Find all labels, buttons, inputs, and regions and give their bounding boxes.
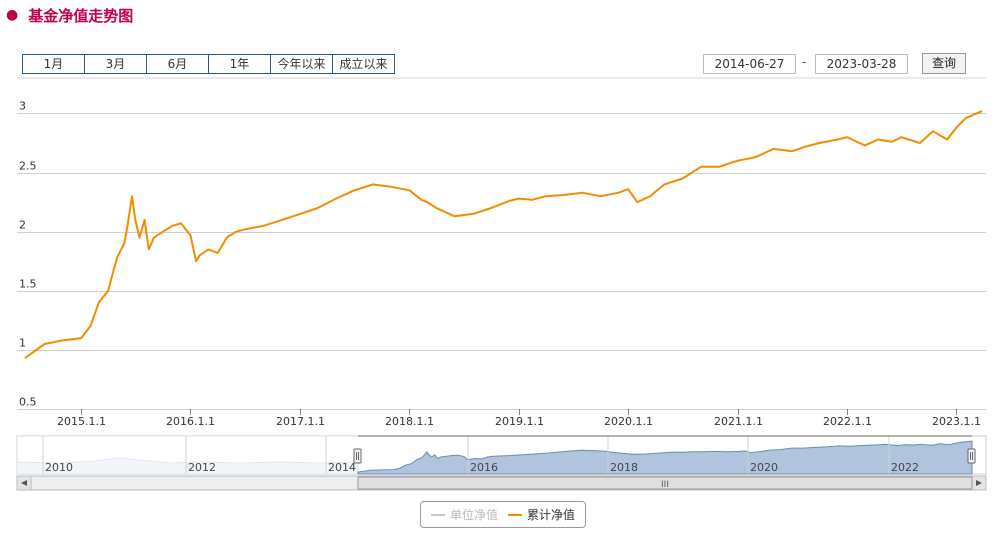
legend-label-cumulative-nav: 累计净值 (527, 508, 576, 522)
legend-item-unit-nav[interactable]: 单位净值 (430, 506, 498, 523)
legend-swatch-unit-nav (430, 513, 445, 516)
x-tick-label: 2021.1.1 (714, 415, 763, 428)
nav-chart: 32.521.510.5 2015.1.1 2016.1.1 2017.1.1 201… (16, 77, 987, 491)
navigator-year-label: 2010 (45, 461, 73, 474)
legend-swatch-cumulative-nav (508, 513, 522, 516)
y-tick-label: 1 (19, 337, 26, 350)
legend-item-cumulative-nav[interactable]: 累计净值 (508, 506, 575, 523)
cumulative-nav-line (24, 110, 983, 360)
legend: 单位净值 累计净值 (420, 501, 586, 528)
legend-label-unit-nav: 单位净值 (449, 508, 498, 522)
x-tick-label: 2015.1.1 (57, 415, 106, 428)
y-axis-ticks: 3 2.5 2 1.5 1 0.5 (19, 100, 37, 409)
x-tick-label: 2020.1.1 (604, 415, 653, 428)
x-tick-label: 2016.1.1 (166, 415, 215, 428)
navigator-handle-left[interactable] (353, 448, 362, 464)
navigator[interactable]: 2010 2012 2014 2016 2018 2020 2022 (16, 435, 987, 475)
y-tick-label: 1.5 (19, 278, 37, 291)
navigator-year-label: 2016 (470, 461, 498, 474)
y-tick-label: 2 (19, 219, 26, 232)
grid-lines (17, 77, 986, 410)
x-axis-ticks: 2015.1.1 2016.1.1 2017.1.1 2018.1.1 2019.1.1… (57, 409, 981, 428)
navigator-year-label: 2020 (750, 461, 778, 474)
y-tick-label: 0.5 (19, 396, 37, 409)
scrollbar-grip: III (661, 480, 669, 490)
y-tick-label: 3 (19, 100, 26, 113)
x-tick-label: 2017.1.1 (276, 415, 325, 428)
scrollbar[interactable]: III (16, 475, 987, 491)
navigator-year-label: 2022 (891, 461, 919, 474)
y-tick-label: 2.5 (19, 160, 37, 173)
x-tick-label: 2019.1.1 (495, 415, 544, 428)
navigator-year-label: 2012 (188, 461, 216, 474)
navigator-handle-right[interactable] (967, 448, 976, 464)
x-tick-label: 2018.1.1 (385, 415, 434, 428)
navigator-year-label: 2018 (610, 461, 638, 474)
navigator-year-label: 2014 (328, 461, 356, 474)
x-tick-label: 2023.1.1 (932, 415, 981, 428)
x-tick-label: 2022.1.1 (823, 415, 872, 428)
